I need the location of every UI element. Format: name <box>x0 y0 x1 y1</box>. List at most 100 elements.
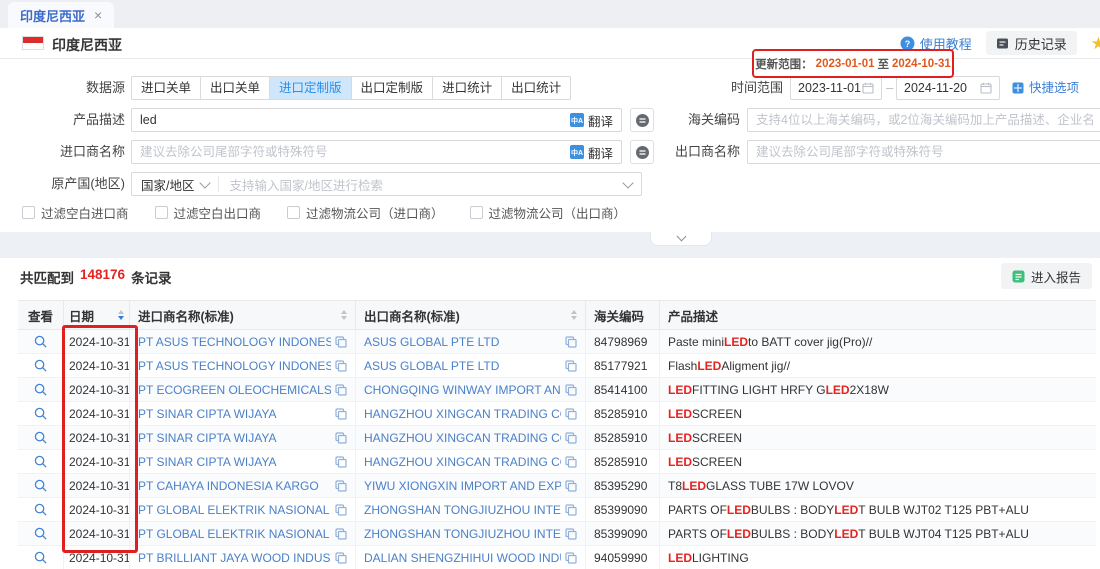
hs-code-input[interactable] <box>747 108 1100 132</box>
copy-icon[interactable] <box>335 552 347 564</box>
copy-icon[interactable] <box>335 504 347 516</box>
table-row[interactable]: 2024-10-31 PT ASUS TECHNOLOGY INDONESIA … <box>18 330 1096 354</box>
exporter-link[interactable]: HANGZHOU XINGCAN TRADING CO LTD <box>364 431 561 445</box>
copy-icon[interactable] <box>335 528 347 540</box>
star-icon[interactable]: ★ <box>1091 35 1100 52</box>
view-magnifier-icon[interactable] <box>34 551 47 564</box>
view-magnifier-icon[interactable] <box>34 527 47 540</box>
quick-options-link[interactable]: 快捷选项 <box>1012 76 1079 100</box>
translate-button[interactable]: 中A 翻译 <box>562 111 621 130</box>
exporter-link[interactable]: DALIAN SHENGZHIHUI WOOD INDUST... <box>364 551 561 565</box>
copy-icon[interactable] <box>565 504 577 516</box>
column-header-date[interactable]: 日期 <box>64 301 130 329</box>
copy-icon[interactable] <box>565 432 577 444</box>
product-desc-input[interactable] <box>132 110 562 130</box>
tab-import-custom[interactable]: 进口定制版 <box>269 76 352 100</box>
copy-icon[interactable] <box>565 528 577 540</box>
copy-icon[interactable] <box>335 432 347 444</box>
close-icon[interactable]: × <box>94 8 102 22</box>
view-magnifier-icon[interactable] <box>34 335 47 348</box>
checkbox-filter-blank-importer[interactable]: 过滤空白进口商 <box>22 203 129 222</box>
checkbox-filter-logistics-importer[interactable]: 过滤物流公司（进口商） <box>287 203 444 222</box>
importer-link[interactable]: PT SINAR CIPTA WIJAYA <box>138 407 331 421</box>
tab-export-stats[interactable]: 出口统计 <box>501 76 571 100</box>
translate-button[interactable]: 中A 翻译 <box>562 143 621 162</box>
table-row[interactable]: 2024-10-31 PT BRILLIANT JAYA WOOD INDUST… <box>18 546 1096 569</box>
column-header-view: 查看 <box>18 301 64 329</box>
product-desc-input-group: 中A 翻译 <box>131 108 622 132</box>
checkbox-icon <box>155 206 168 219</box>
exporter-link[interactable]: YIWU XIONGXIN IMPORT AND EXPORT... <box>364 479 561 493</box>
view-magnifier-icon[interactable] <box>34 407 47 420</box>
view-magnifier-icon[interactable] <box>34 503 47 516</box>
collapse-form-button[interactable] <box>650 232 712 246</box>
row-date: 2024-10-31 <box>64 498 130 521</box>
copy-icon[interactable] <box>565 360 577 372</box>
table-row[interactable]: 2024-10-31 PT ASUS TECHNOLOGY INDONESIA … <box>18 354 1096 378</box>
checkbox-filter-blank-exporter[interactable]: 过滤空白出口商 <box>155 203 262 222</box>
view-magnifier-icon[interactable] <box>34 431 47 444</box>
view-magnifier-icon[interactable] <box>34 479 47 492</box>
exporter-link[interactable]: CHONGQING WINWAY IMPORT AND E... <box>364 383 561 397</box>
end-date-input[interactable]: 2024-11-20 <box>896 76 1000 100</box>
importer-link[interactable]: PT SINAR CIPTA WIJAYA <box>138 431 331 445</box>
history-button[interactable]: 历史记录 <box>986 31 1077 55</box>
copy-icon[interactable] <box>565 336 577 348</box>
exporter-link[interactable]: ZHONGSHAN TONGJIUZHOU INTERNA... <box>364 527 561 541</box>
importer-link[interactable]: PT ASUS TECHNOLOGY INDONESIA BA... <box>138 359 331 373</box>
enter-report-button[interactable]: 进入报告 <box>1001 263 1092 289</box>
copy-icon[interactable] <box>335 456 347 468</box>
product-desc-label: 产品描述 <box>0 108 125 132</box>
tab-import-stats[interactable]: 进口统计 <box>432 76 502 100</box>
exporter-link[interactable]: HANGZHOU XINGCAN TRADING CO LTD <box>364 455 561 469</box>
importer-input[interactable] <box>132 142 562 162</box>
page-tab-indonesia[interactable]: 印度尼西亚 × <box>8 2 114 28</box>
row-date: 2024-10-31 <box>64 522 130 545</box>
exporter-link[interactable]: HANGZHOU XINGCAN TRADING CO LTD <box>364 407 561 421</box>
origin-search-input[interactable]: 支持输入国家/地区进行检索 <box>219 175 624 194</box>
chevron-down-icon[interactable] <box>622 177 633 188</box>
table-row[interactable]: 2024-10-31 PT SINAR CIPTA WIJAYA HANGZHO… <box>18 426 1096 450</box>
copy-icon[interactable] <box>565 552 577 564</box>
column-header-importer[interactable]: 进口商名称(标准) <box>130 301 356 329</box>
tab-export-custom[interactable]: 出口定制版 <box>351 76 434 100</box>
column-header-exporter[interactable]: 出口商名称(标准) <box>356 301 586 329</box>
copy-icon[interactable] <box>335 336 347 348</box>
copy-icon[interactable] <box>565 456 577 468</box>
importer-link[interactable]: PT ASUS TECHNOLOGY INDONESIA BA... <box>138 335 331 349</box>
copy-icon[interactable] <box>335 384 347 396</box>
table-row[interactable]: 2024-10-31 PT GLOBAL ELEKTRIK NASIONAL Z… <box>18 522 1096 546</box>
table-row[interactable]: 2024-10-31 PT GLOBAL ELEKTRIK NASIONAL Z… <box>18 498 1096 522</box>
table-row[interactable]: 2024-10-31 PT SINAR CIPTA WIJAYA HANGZHO… <box>18 402 1096 426</box>
importer-link[interactable]: PT CAHAYA INDONESIA KARGO <box>138 479 331 493</box>
importer-link[interactable]: PT GLOBAL ELEKTRIK NASIONAL <box>138 527 331 541</box>
tab-import-declaration[interactable]: 进口关单 <box>131 76 201 100</box>
copy-icon[interactable] <box>335 480 347 492</box>
table-header: 查看 日期 进口商名称(标准) 出口商名称(标准) 海关编码 产品描述 <box>18 300 1096 330</box>
table-row[interactable]: 2024-10-31 PT SINAR CIPTA WIJAYA HANGZHO… <box>18 450 1096 474</box>
table-body: 2024-10-31 PT ASUS TECHNOLOGY INDONESIA … <box>18 330 1096 569</box>
start-date-input[interactable]: 2023-11-01 <box>790 76 882 100</box>
copy-icon[interactable] <box>565 480 577 492</box>
exporter-link[interactable]: ASUS GLOBAL PTE LTD <box>364 359 561 373</box>
checkbox-filter-logistics-exporter[interactable]: 过滤物流公司（出口商） <box>470 203 627 222</box>
view-magnifier-icon[interactable] <box>34 383 47 396</box>
importer-link[interactable]: PT BRILLIANT JAYA WOOD INDUSTRY <box>138 551 331 565</box>
importer-link[interactable]: PT ECOGREEN OLEOCHEMICALS <box>138 383 331 397</box>
importer-link[interactable]: PT SINAR CIPTA WIJAYA <box>138 455 331 469</box>
view-magnifier-icon[interactable] <box>34 455 47 468</box>
copy-icon[interactable] <box>565 408 577 420</box>
exporter-link[interactable]: ZHONGSHAN TONGJIUZHOU INTERNA... <box>364 503 561 517</box>
table-row[interactable]: 2024-10-31 PT CAHAYA INDONESIA KARGO YIW… <box>18 474 1096 498</box>
copy-icon[interactable] <box>565 384 577 396</box>
copy-icon[interactable] <box>335 360 347 372</box>
copy-icon[interactable] <box>335 408 347 420</box>
exporter-link[interactable]: ASUS GLOBAL PTE LTD <box>364 335 561 349</box>
origin-type-select[interactable]: 国家/地区 <box>132 175 218 194</box>
importer-link[interactable]: PT GLOBAL ELEKTRIK NASIONAL <box>138 503 331 517</box>
exporter-input[interactable] <box>747 140 1100 164</box>
tab-export-declaration[interactable]: 出口关单 <box>200 76 270 100</box>
svg-text:?: ? <box>904 39 910 49</box>
view-magnifier-icon[interactable] <box>34 359 47 372</box>
table-row[interactable]: 2024-10-31 PT ECOGREEN OLEOCHEMICALS CHO… <box>18 378 1096 402</box>
